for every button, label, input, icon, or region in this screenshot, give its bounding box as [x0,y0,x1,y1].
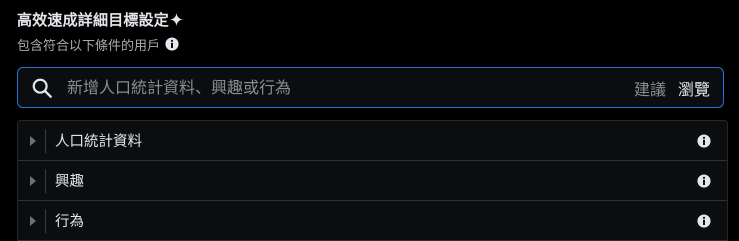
info-icon[interactable] [697,173,711,188]
title-row: 高效速成詳細目標設定 [17,8,725,30]
category-row-interests[interactable]: 興趣 [18,161,727,201]
browse-link[interactable]: 瀏覽 [678,76,710,100]
row-divider [45,168,46,193]
category-row-behaviors[interactable]: 行為 [18,201,727,241]
caret-right-icon[interactable] [29,215,37,226]
subtitle: 包含符合以下條件的用戶 [17,38,161,54]
subtitle-row: 包含符合以下條件的用戶 [17,35,725,54]
header: 高效速成詳細目標設定 包含符合以下條件的用戶 [17,8,725,54]
info-icon[interactable] [165,37,179,51]
category-label: 興趣 [55,174,84,190]
search-box[interactable]: 建議 瀏覽 [17,67,724,108]
row-divider [45,208,46,233]
caret-right-icon[interactable] [29,175,37,186]
category-label: 行為 [55,214,84,230]
category-row-demographics[interactable]: 人口統計資料 [18,121,727,161]
search-input[interactable] [67,75,634,100]
info-icon[interactable] [697,133,711,148]
search-icon [32,78,52,98]
page-title: 高效速成詳細目標設定 [17,10,170,29]
row-divider [45,128,46,153]
category-list: 人口統計資料 興趣 行為 [17,120,728,241]
sparkle-icon [170,12,184,26]
suggest-link[interactable]: 建議 [634,76,666,100]
category-label: 人口統計資料 [55,134,142,150]
info-icon[interactable] [697,213,711,228]
caret-right-icon[interactable] [29,135,37,146]
